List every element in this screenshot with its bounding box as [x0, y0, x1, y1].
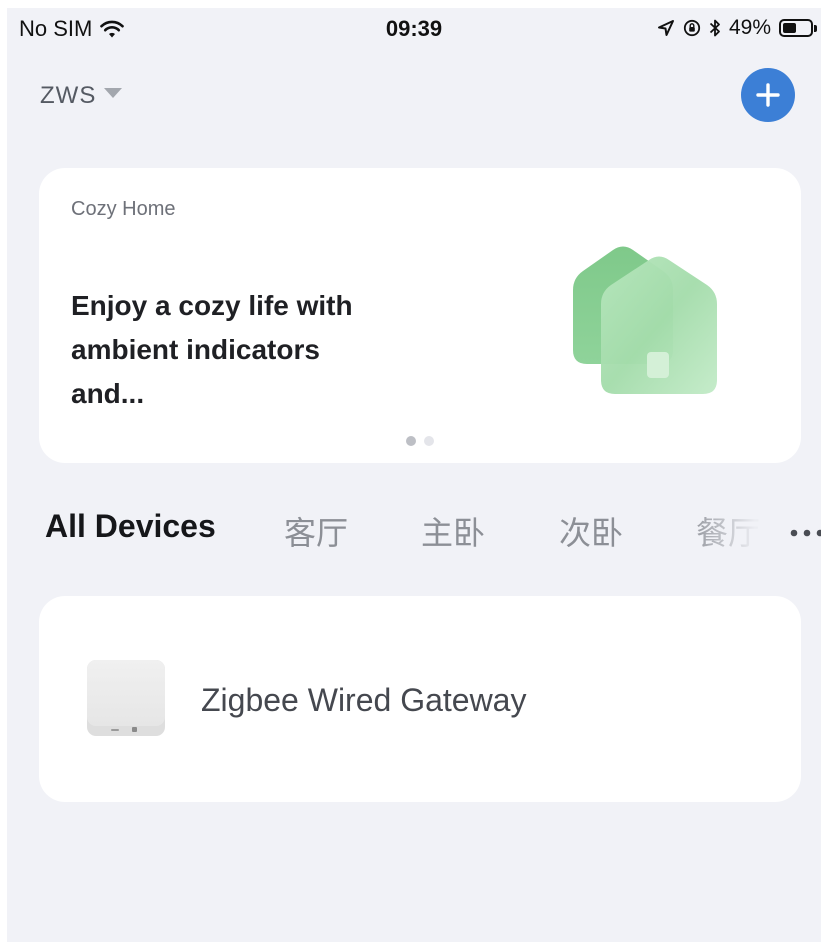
- battery-icon: [779, 19, 817, 37]
- location-arrow-icon: [657, 20, 674, 36]
- caret-down-icon: [104, 88, 123, 98]
- status-right: 49%: [657, 16, 817, 40]
- bluetooth-icon: [709, 19, 720, 37]
- plus-icon: [756, 83, 780, 107]
- banner-title: Enjoy a cozy life with ambient indicator…: [71, 290, 353, 409]
- banner-card[interactable]: Cozy Home Enjoy a cozy life with ambient…: [39, 168, 801, 463]
- orientation-lock-icon: [683, 19, 701, 37]
- wifi-icon: [100, 20, 125, 38]
- battery-nub: [814, 25, 817, 32]
- banner-eyebrow: Cozy Home: [71, 198, 176, 220]
- more-tabs-button[interactable]: [787, 518, 821, 548]
- banner-pagination: [39, 436, 801, 446]
- house-illustration-icon: [573, 246, 717, 394]
- tab-master-bedroom[interactable]: 主卧: [421, 508, 485, 554]
- app-screen: No SIM 09:39 49% ZWS Cozy Home Enjoy a c…: [7, 8, 821, 942]
- pagination-dot[interactable]: [424, 436, 434, 446]
- status-bar: No SIM 09:39 49%: [7, 8, 821, 52]
- pagination-dot-active[interactable]: [406, 436, 416, 446]
- room-tabs: All Devices 客厅 主卧 次卧 餐厅: [45, 508, 821, 558]
- more-dots-icon: [790, 529, 821, 537]
- battery-fill: [783, 23, 796, 33]
- tab-second-bedroom[interactable]: 次卧: [559, 508, 623, 554]
- home-selector[interactable]: ZWS: [40, 82, 123, 110]
- device-card[interactable]: Zigbee Wired Gateway: [39, 596, 801, 802]
- status-left: No SIM: [19, 16, 125, 42]
- home-name: ZWS: [40, 82, 97, 109]
- add-device-button[interactable]: [741, 68, 795, 122]
- gateway-device-icon: [87, 660, 165, 736]
- carrier-label: No SIM: [19, 16, 93, 41]
- tab-dining-room[interactable]: 餐厅: [696, 508, 760, 554]
- device-name: Zigbee Wired Gateway: [201, 682, 527, 718]
- battery-percent: 49%: [728, 16, 771, 39]
- tab-living-room[interactable]: 客厅: [284, 508, 348, 554]
- tab-all-devices[interactable]: All Devices: [45, 508, 216, 545]
